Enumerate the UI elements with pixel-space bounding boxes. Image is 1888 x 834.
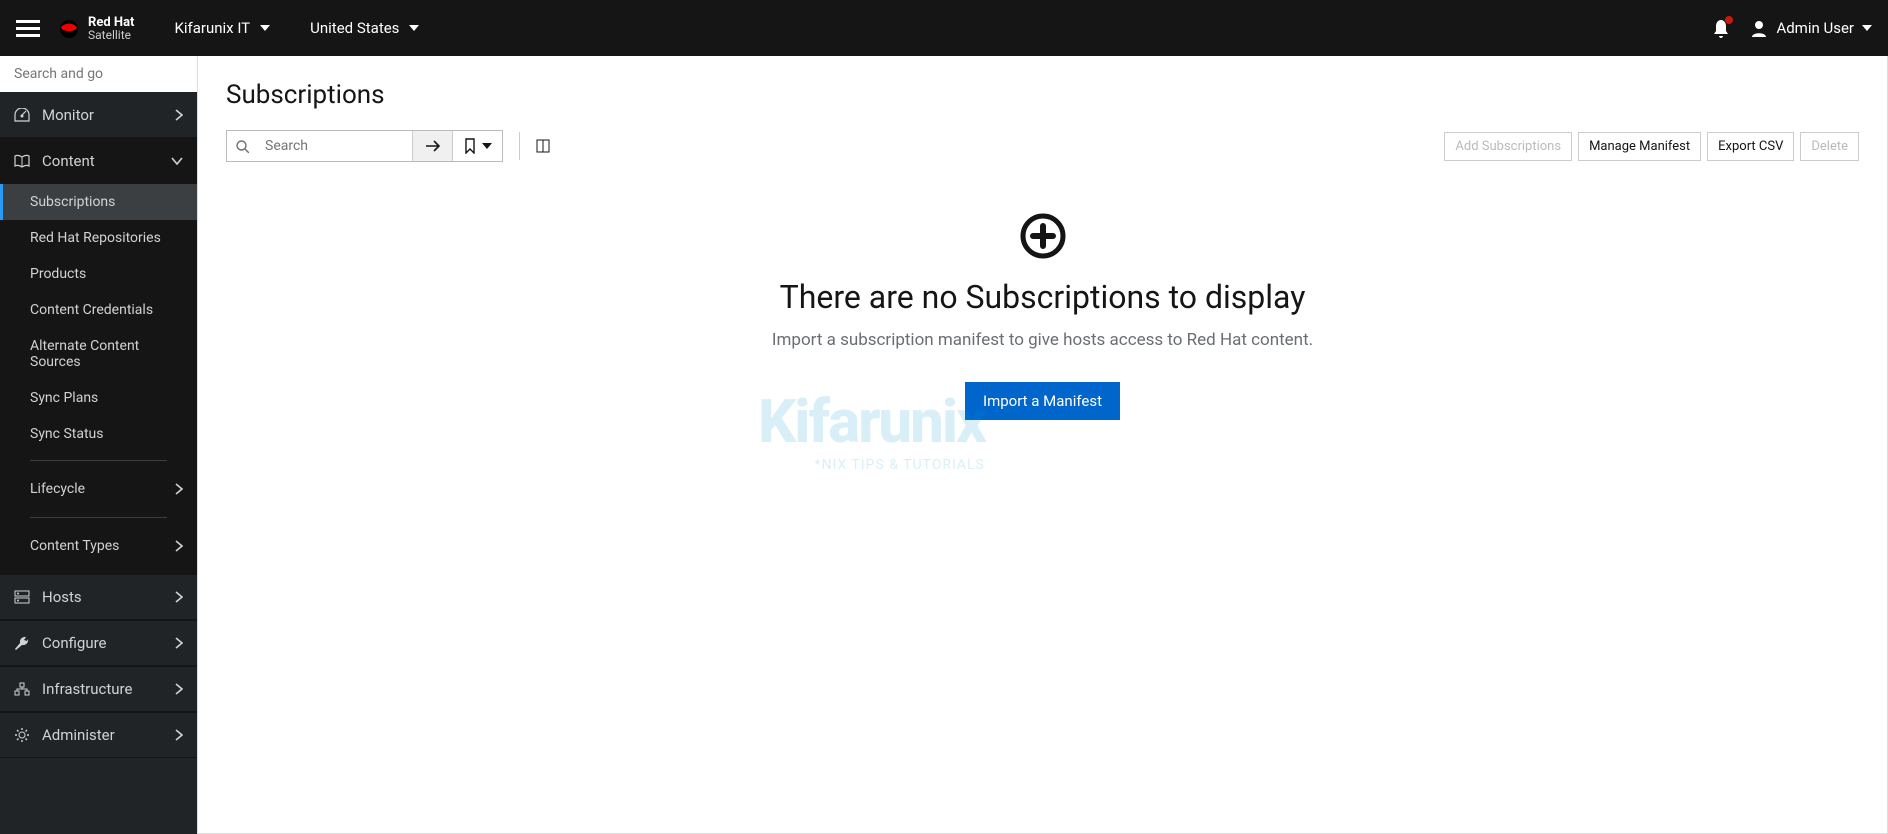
search-input[interactable] [257,131,412,161]
hamburger-menu[interactable] [16,16,40,40]
caret-down-icon [260,25,270,31]
sidebar-item-label: Infrastructure [42,680,132,698]
gear-icon [14,727,32,743]
chevron-right-icon [175,483,183,495]
location-dropdown[interactable]: United States [310,19,419,37]
empty-state: There are no Subscriptions to display Im… [226,212,1859,420]
sub-item-alt-content-sources[interactable]: Alternate Content Sources [0,328,197,380]
sub-group-lifecycle[interactable]: Lifecycle [0,469,197,509]
sub-item-subscriptions[interactable]: Subscriptions [0,184,197,220]
search-icon-wrapper [227,131,257,161]
chevron-right-icon [175,109,183,121]
chevron-right-icon [175,729,183,741]
redhat-icon [56,18,82,38]
main-content: Kifarunix *NIX TIPS & TUTORIALS Subscrip… [197,56,1888,834]
global-search-input[interactable] [14,66,192,82]
book-icon [14,154,32,168]
sub-item-redhat-repos[interactable]: Red Hat Repositories [0,220,197,256]
user-name: Admin User [1776,19,1854,37]
sidebar-item-hosts[interactable]: Hosts [0,574,197,620]
sidebar-item-administer[interactable]: Administer [0,712,197,758]
chevron-right-icon [175,591,183,603]
sub-item-sync-plans[interactable]: Sync Plans [0,380,197,416]
sidebar-item-label: Content [42,152,95,170]
search-combo [226,130,503,162]
arrow-right-icon [425,139,441,153]
content-submenu: Subscriptions Red Hat Repositories Produ… [0,184,197,574]
add-subscriptions-button[interactable]: Add Subscriptions [1444,132,1572,161]
sidebar-item-infrastructure[interactable]: Infrastructure [0,666,197,712]
brand-bottom: Satellite [88,29,134,41]
server-icon [14,590,32,604]
sub-group-content-types[interactable]: Content Types [0,526,197,566]
caret-down-icon [1862,25,1872,31]
chevron-right-icon [175,540,183,552]
manage-manifest-button[interactable]: Manage Manifest [1578,132,1701,161]
chevron-right-icon [175,637,183,649]
sidebar-item-content[interactable]: Content [0,138,197,184]
columns-icon [536,139,550,153]
plus-circle-icon [1019,212,1067,260]
notifications-button[interactable] [1712,18,1730,38]
sidebar-item-monitor[interactable]: Monitor [0,92,197,138]
bookmark-icon [464,138,476,154]
search-icon [236,140,249,153]
wrench-icon [14,635,32,651]
chevron-down-icon [171,157,183,165]
caret-down-icon [482,143,492,149]
sidebar-item-label: Hosts [42,588,82,606]
sub-group-label: Lifecycle [30,481,85,497]
import-manifest-button[interactable]: Import a Manifest [965,382,1120,420]
empty-description: Import a subscription manifest to give h… [226,330,1859,350]
sub-item-sync-status[interactable]: Sync Status [0,416,197,452]
user-menu[interactable]: Admin User [1750,19,1872,37]
notification-dot [1725,16,1733,24]
search-submit-button[interactable] [412,131,452,161]
org-label: Kifarunix IT [174,19,250,37]
dashboard-icon [14,108,32,122]
user-icon [1750,19,1768,37]
divider [30,517,167,518]
sub-item-products[interactable]: Products [0,256,197,292]
sidebar-item-label: Monitor [42,106,94,124]
divider [30,460,167,461]
page-title: Subscriptions [226,80,1859,110]
top-bar: Red Hat Satellite Kifarunix IT United St… [0,0,1888,56]
location-label: United States [310,19,399,37]
global-search[interactable] [0,56,197,92]
columns-button[interactable] [536,139,550,153]
export-csv-button[interactable]: Export CSV [1707,132,1794,161]
brand-logo[interactable]: Red Hat Satellite [56,16,134,41]
brand-top: Red Hat [88,16,134,29]
toolbar: Add Subscriptions Manage Manifest Export… [226,130,1859,162]
sub-group-label: Content Types [30,538,119,554]
sidebar: Monitor Content Subscriptions Red Hat Re… [0,56,197,834]
divider [519,132,520,160]
delete-button[interactable]: Delete [1800,132,1859,161]
sub-item-content-credentials[interactable]: Content Credentials [0,292,197,328]
sidebar-item-label: Configure [42,634,107,652]
empty-title: There are no Subscriptions to display [226,278,1859,316]
sidebar-item-configure[interactable]: Configure [0,620,197,666]
chevron-right-icon [175,683,183,695]
organization-dropdown[interactable]: Kifarunix IT [174,19,270,37]
bookmark-dropdown[interactable] [452,131,502,161]
structure-icon [14,682,32,696]
caret-down-icon [409,25,419,31]
sidebar-item-label: Administer [42,726,115,744]
